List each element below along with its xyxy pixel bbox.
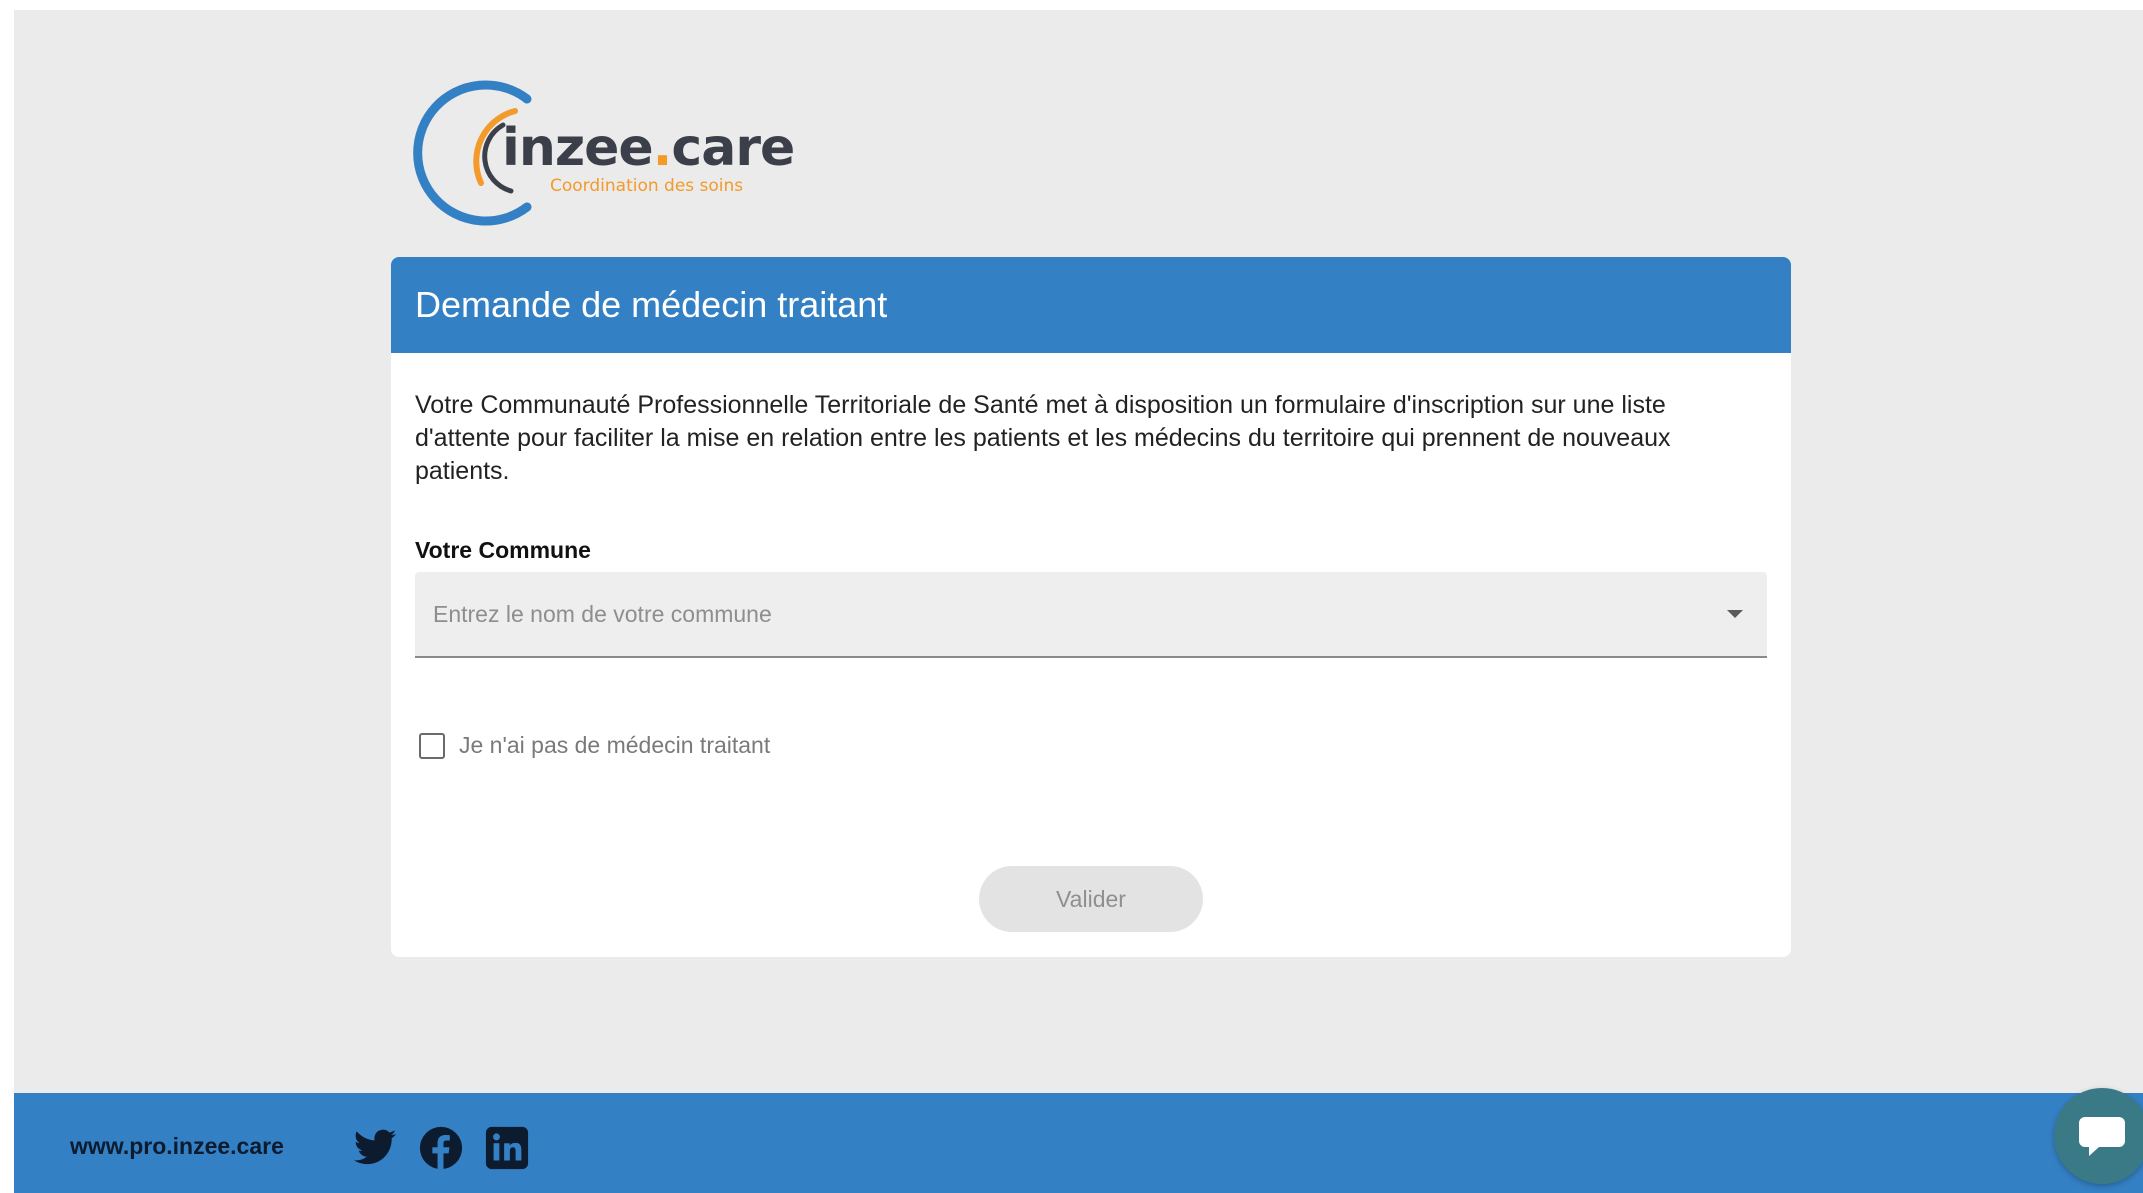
card-header: Demande de médecin traitant bbox=[391, 257, 1791, 353]
card-title: Demande de médecin traitant bbox=[415, 284, 888, 325]
no-doctor-checkbox-label[interactable]: Je n'ai pas de médecin traitant bbox=[459, 732, 770, 759]
commune-placeholder: Entrez le nom de votre commune bbox=[433, 600, 772, 627]
logo-wordmark: inzee.care bbox=[502, 118, 795, 178]
request-form-card: Demande de médecin traitant Votre Commun… bbox=[391, 257, 1791, 957]
commune-label: Votre Commune bbox=[415, 537, 591, 563]
twitter-icon[interactable] bbox=[352, 1125, 398, 1171]
chat-button[interactable] bbox=[2054, 1088, 2143, 1184]
facebook-icon[interactable] bbox=[418, 1125, 464, 1171]
footer: www.pro.inzee.care bbox=[14, 1093, 2143, 1193]
submit-container: Valider bbox=[391, 866, 1791, 932]
inzee-care-logo: inzee.care Coordination des soins bbox=[407, 73, 795, 233]
card-body: Votre Communauté Professionnelle Territo… bbox=[391, 353, 1791, 759]
submit-button[interactable]: Valider bbox=[979, 866, 1203, 932]
footer-website-link[interactable]: www.pro.inzee.care bbox=[70, 1133, 284, 1160]
page-background: inzee.care Coordination des soins Demand… bbox=[14, 10, 2143, 1193]
linkedin-icon[interactable] bbox=[484, 1125, 530, 1171]
intro-text: Votre Communauté Professionnelle Territo… bbox=[415, 391, 1671, 485]
chevron-down-icon[interactable] bbox=[1727, 610, 1743, 618]
no-doctor-checkbox-row[interactable]: Je n'ai pas de médecin traitant bbox=[415, 732, 1767, 759]
chat-bubble-icon bbox=[2079, 1117, 2125, 1156]
no-doctor-checkbox[interactable] bbox=[419, 732, 445, 759]
commune-select[interactable]: Entrez le nom de votre commune bbox=[415, 572, 1767, 658]
logo-tagline: Coordination des soins bbox=[550, 176, 744, 196]
